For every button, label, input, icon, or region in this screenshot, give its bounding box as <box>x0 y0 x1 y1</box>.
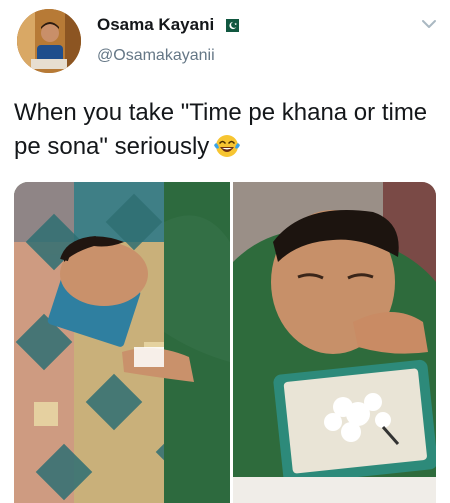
photo-right-image <box>233 182 436 503</box>
photo-sleeping-on-clock[interactable] <box>14 182 230 503</box>
avatar-image <box>17 9 81 73</box>
tweet-media[interactable] <box>14 182 436 503</box>
pakistan-flag-icon <box>222 18 240 32</box>
laughing-with-tears-emoji-icon <box>214 135 241 157</box>
photo-eating-off-clock[interactable] <box>233 182 436 503</box>
display-name[interactable]: Osama Kayani <box>97 15 214 35</box>
user-handle[interactable]: @Osamakayanii <box>97 47 215 65</box>
avatar[interactable] <box>17 9 81 73</box>
tweet-text: When you take "Time pe khana or time pe … <box>14 96 434 164</box>
tweet-card: Osama Kayani @Osamakayanii When you take… <box>0 0 450 503</box>
chevron-down-icon[interactable] <box>420 18 438 30</box>
name-row: Osama Kayani <box>97 15 240 35</box>
photo-left-image <box>14 182 230 503</box>
